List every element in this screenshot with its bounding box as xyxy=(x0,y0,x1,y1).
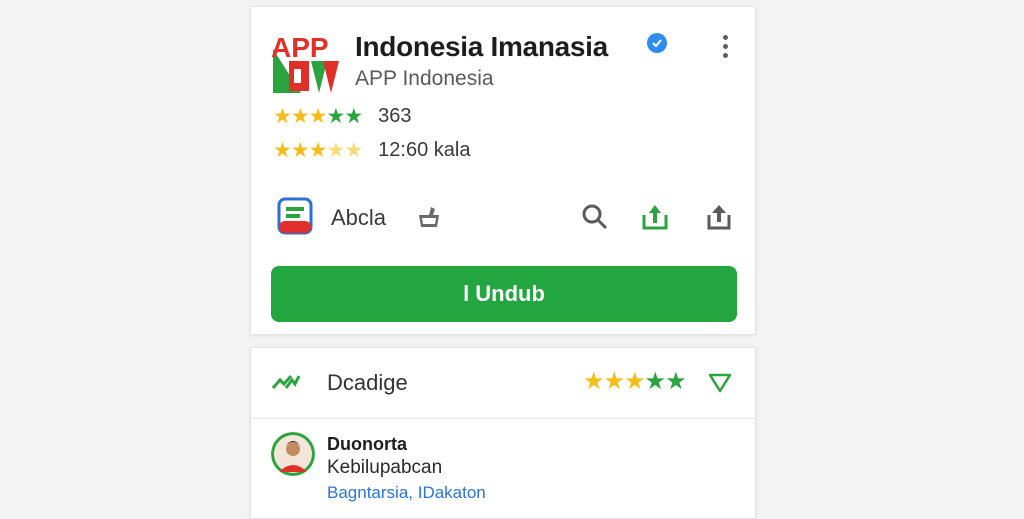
review-card: Dcadige ★★★★★ Duonorta Kebilupabcan Bagn… xyxy=(250,347,756,519)
rating-count: 363 xyxy=(378,105,412,127)
app-card: APP Indonesia Imanasia APP Indonesia ★★★… xyxy=(250,6,756,335)
star-icon: ★ xyxy=(583,368,604,395)
download-button[interactable]: l Undub xyxy=(271,266,737,322)
search-icon[interactable] xyxy=(579,201,611,233)
star-icon: ★ xyxy=(624,368,645,395)
star-icon: ★ xyxy=(290,139,310,162)
review-text: Kebilupabcan xyxy=(327,457,443,478)
rating-detail: 12:60 kala xyxy=(378,139,471,161)
abcla-label[interactable]: Abcla xyxy=(331,205,386,231)
wishlist-icon[interactable] xyxy=(413,201,445,233)
review-link[interactable]: Bagntarsia, IDakaton xyxy=(327,483,486,503)
more-options-icon[interactable] xyxy=(713,31,737,61)
star-icon: ★ xyxy=(326,105,345,128)
trend-icon xyxy=(271,375,301,389)
review-star-rating: ★★★★★ xyxy=(583,368,687,395)
rating-row: ★★★★★ 12:60 kala xyxy=(273,139,470,162)
share-icon[interactable] xyxy=(703,201,735,233)
abcla-app-icon[interactable] xyxy=(277,197,313,235)
install-arrow-icon[interactable] xyxy=(639,201,671,233)
developer-name: APP Indonesia xyxy=(355,67,494,90)
star-icon: ★ xyxy=(273,105,292,128)
star-icon: ★ xyxy=(344,139,363,162)
star-icon: ★ xyxy=(308,139,328,162)
star-icon: ★ xyxy=(644,368,666,395)
action-row: Abcla xyxy=(251,195,755,239)
review-header: Dcadige ★★★★★ xyxy=(251,348,755,419)
rating-row: ★★★★★ 363 xyxy=(273,105,412,128)
logo-text: APP xyxy=(271,32,329,63)
app-logo: APP xyxy=(271,32,339,93)
star-rating: ★★★★★ xyxy=(273,105,363,128)
star-icon: ★ xyxy=(273,139,292,162)
verified-icon xyxy=(647,33,667,53)
star-rating: ★★★★★ xyxy=(273,139,363,162)
filter-icon[interactable] xyxy=(707,372,733,394)
review-section-title: Dcadige xyxy=(327,370,408,395)
star-icon: ★ xyxy=(344,105,363,128)
app-title: Indonesia Imanasia xyxy=(355,31,608,62)
star-icon: ★ xyxy=(308,105,328,128)
star-icon: ★ xyxy=(290,105,310,128)
star-icon: ★ xyxy=(603,368,625,395)
star-icon: ★ xyxy=(665,368,686,395)
reviewer-name: Duonorta xyxy=(327,434,407,454)
avatar[interactable] xyxy=(271,432,315,476)
star-icon: ★ xyxy=(326,139,345,162)
